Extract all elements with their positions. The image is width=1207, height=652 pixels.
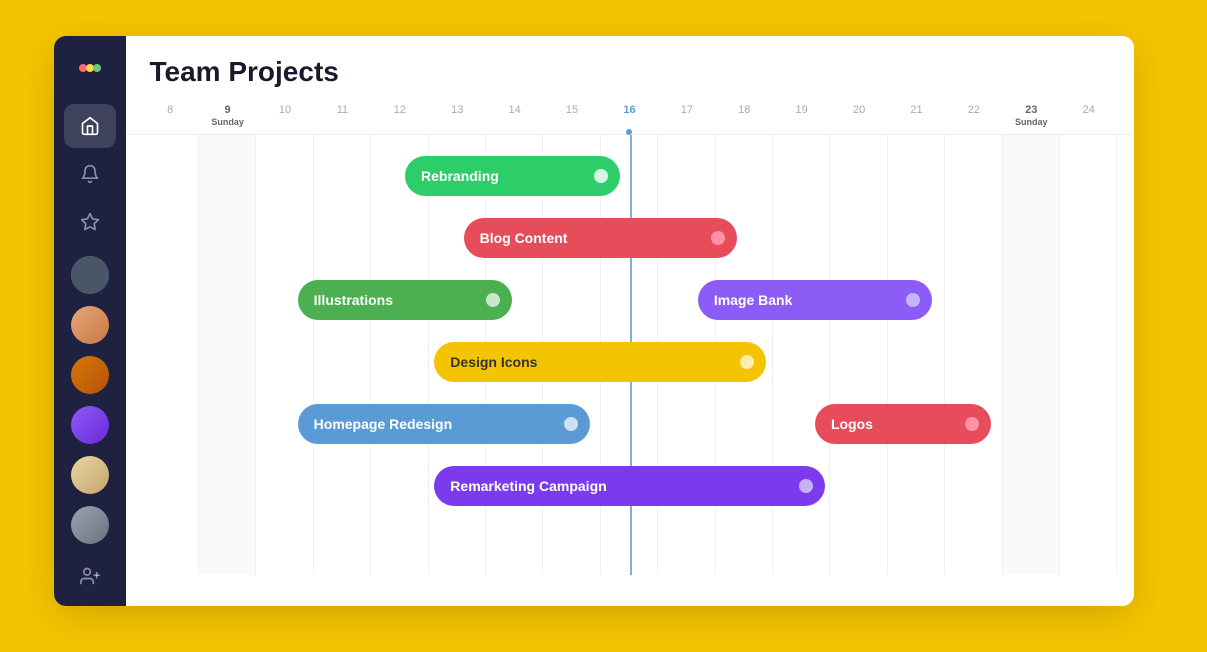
timeline-day-17: 17 (658, 98, 715, 134)
task-label-design-icons: Design Icons (450, 354, 537, 370)
avatar-user2[interactable] (71, 306, 109, 344)
task-dot-blog-content (711, 231, 725, 245)
sidebar-avatars (71, 244, 109, 556)
avatar-user4[interactable] (71, 406, 109, 444)
main-content: Team Projects 89Sunday101112131415161718… (126, 36, 1134, 606)
gantt-rows: Rebranding Blog Content Illustrations Image… (142, 145, 1118, 517)
sidebar-item-home[interactable] (64, 104, 116, 148)
gantt-task-row: Illustrations Image Bank (142, 269, 1118, 331)
task-label-rebranding: Rebranding (421, 168, 499, 184)
task-bar-design-icons[interactable]: Design Icons (434, 342, 766, 382)
sidebar-item-add-user[interactable] (64, 556, 116, 596)
avatar-user3[interactable] (71, 356, 109, 394)
timeline-day-16: 16 (601, 98, 658, 134)
task-dot-design-icons (740, 355, 754, 369)
task-label-illustrations: Illustrations (314, 292, 393, 308)
task-dot-illustrations (486, 293, 500, 307)
task-label-blog-content: Blog Content (480, 230, 568, 246)
gantt-timeline-header: 89Sunday1011121314151617181920212223Sund… (126, 98, 1134, 135)
task-label-logos: Logos (831, 416, 873, 432)
timeline-day-21: 21 (888, 98, 945, 134)
task-bar-homepage-redesign[interactable]: Homepage Redesign (298, 404, 591, 444)
timeline-day-11: 11 (314, 98, 371, 134)
timeline-day-9: 9Sunday (199, 98, 256, 134)
task-dot-logos (965, 417, 979, 431)
sidebar-item-star[interactable] (64, 200, 116, 244)
task-dot-image-bank (906, 293, 920, 307)
sidebar-item-bell[interactable] (64, 152, 116, 196)
timeline-day-10: 10 (256, 98, 313, 134)
gantt-task-row: Rebranding (142, 145, 1118, 207)
timeline-day-19: 19 (773, 98, 830, 134)
task-dot-homepage-redesign (564, 417, 578, 431)
task-bar-illustrations[interactable]: Illustrations (298, 280, 513, 320)
app-logo[interactable] (72, 52, 108, 84)
task-label-remarketing: Remarketing Campaign (450, 478, 606, 494)
task-label-homepage-redesign: Homepage Redesign (314, 416, 452, 432)
task-bar-logos[interactable]: Logos (815, 404, 991, 444)
task-dot-remarketing (799, 479, 813, 493)
timeline-day-8: 8 (142, 98, 199, 134)
avatar-user6[interactable] (71, 506, 109, 544)
gantt-body: Rebranding Blog Content Illustrations Image… (126, 135, 1134, 575)
gantt-task-row: Design Icons (142, 331, 1118, 393)
task-bar-rebranding[interactable]: Rebranding (405, 156, 620, 196)
sidebar-nav (54, 104, 126, 244)
timeline-day-14: 14 (486, 98, 543, 134)
task-label-image-bank: Image Bank (714, 292, 793, 308)
app-container: Team Projects 89Sunday101112131415161718… (54, 36, 1134, 606)
avatar-user1[interactable] (71, 256, 109, 294)
task-bar-blog-content[interactable]: Blog Content (464, 218, 737, 258)
page-title: Team Projects (150, 56, 1110, 88)
sidebar-item-search[interactable] (64, 604, 116, 606)
task-dot-rebranding (594, 169, 608, 183)
timeline-day-15: 15 (543, 98, 600, 134)
timeline-day-24: 24 (1060, 98, 1117, 134)
task-bar-image-bank[interactable]: Image Bank (698, 280, 932, 320)
timeline-day-12: 12 (371, 98, 428, 134)
timeline-day-23: 23Sunday (1003, 98, 1060, 134)
task-bar-remarketing[interactable]: Remarketing Campaign (434, 466, 824, 506)
timeline-day-13: 13 (429, 98, 486, 134)
gantt-task-row: Homepage Redesign Logos (142, 393, 1118, 455)
app-wrapper: Team Projects 89Sunday101112131415161718… (54, 36, 1154, 616)
sidebar (54, 36, 126, 606)
sidebar-bottom (64, 556, 116, 606)
page-header: Team Projects (126, 36, 1134, 98)
timeline-day-20: 20 (830, 98, 887, 134)
avatar-user5[interactable] (71, 456, 109, 494)
gantt-task-row: Remarketing Campaign (142, 455, 1118, 517)
gantt-container: 89Sunday1011121314151617181920212223Sund… (126, 98, 1134, 606)
gantt-task-row: Blog Content (142, 207, 1118, 269)
timeline-day-18: 18 (716, 98, 773, 134)
timeline-day-22: 22 (945, 98, 1002, 134)
